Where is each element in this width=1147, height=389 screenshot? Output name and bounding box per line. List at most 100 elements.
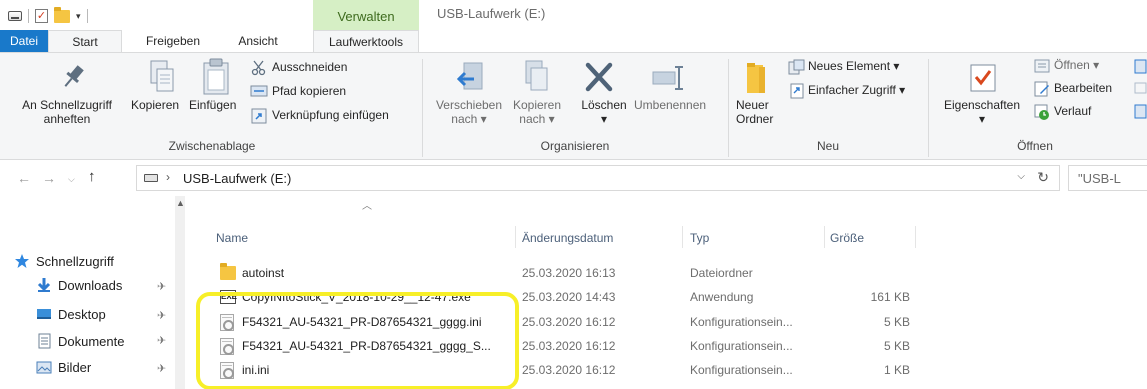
nav-item-downloads[interactable]: Downloads	[36, 274, 122, 296]
ribbon-tabs: Datei Start Freigeben Ansicht Laufwerkto…	[0, 30, 1147, 52]
nav-item-pictures[interactable]: Bilder	[36, 356, 91, 378]
column-header-date[interactable]: Änderungsdatum	[522, 231, 613, 245]
properties-quick-icon[interactable]: ✓	[35, 9, 48, 23]
rename-button[interactable]: Umbenennen	[634, 98, 706, 112]
history-button[interactable]: Verlauf	[1054, 104, 1091, 118]
file-type: Dateiordner	[690, 266, 753, 280]
copy-path-button[interactable]: Pfad kopieren	[272, 84, 346, 98]
easy-access-button[interactable]: Einfacher Zugriff ▾	[808, 83, 905, 97]
context-tab-verwalten[interactable]: Verwalten	[313, 0, 419, 30]
recent-locations-icon[interactable]: ⌵	[68, 174, 75, 185]
new-folder-icon	[745, 61, 767, 98]
column-header-name[interactable]: Name	[216, 231, 248, 245]
qat-dropdown-icon[interactable]: ▾	[76, 11, 81, 22]
folder-icon	[220, 263, 236, 280]
new-folder-quick-icon[interactable]	[54, 6, 70, 23]
tab-freigeben[interactable]: Freigeben	[131, 30, 215, 52]
easy-access-icon	[788, 83, 806, 102]
picture-icon	[36, 359, 52, 375]
move-to-icon	[452, 61, 486, 98]
history-icon	[1034, 104, 1050, 123]
open-icon	[1034, 58, 1050, 77]
tab-start[interactable]: Start	[48, 30, 122, 52]
paste-shortcut-button[interactable]: Verknüpfung einfügen	[272, 108, 389, 122]
file-type: Konfigurationsein...	[690, 315, 793, 329]
chevron-right-icon[interactable]: ›	[166, 170, 170, 184]
copy-to-icon	[521, 59, 551, 98]
chevron-down-icon[interactable]: ⌵	[1017, 171, 1025, 182]
highlight-annotation	[196, 292, 519, 389]
file-date: 25.03.2020 14:43	[522, 290, 616, 304]
back-icon[interactable]: ←	[17, 170, 31, 186]
pin-icon[interactable]: ✈	[157, 309, 166, 322]
pin-icon[interactable]: ✈	[157, 280, 166, 293]
delete-button[interactable]: Löschen ▾	[578, 98, 630, 126]
file-size: 1 KB	[883, 363, 910, 377]
drive-icon	[8, 11, 22, 21]
desktop-icon	[36, 306, 52, 322]
select-all-icon	[1134, 59, 1147, 122]
file-size: 5 KB	[883, 339, 910, 353]
move-to-button[interactable]: Verschieben nach ▾	[428, 98, 510, 126]
paste-shortcut-icon	[251, 108, 267, 127]
group-label-open: Öffnen	[1017, 139, 1053, 153]
ribbon: An Schnellzugriff anheften Kopieren Einf…	[0, 52, 1147, 160]
group-label-organize: Organisieren	[540, 139, 610, 153]
open-button[interactable]: Öffnen ▾	[1054, 58, 1099, 72]
edit-icon	[1034, 81, 1050, 100]
group-label-new: Neu	[816, 139, 839, 153]
new-item-icon	[788, 59, 806, 78]
delete-icon	[584, 61, 614, 96]
file-date: 25.03.2020 16:12	[522, 315, 616, 329]
scroll-up-icon[interactable]: ▲	[176, 198, 185, 208]
file-date: 25.03.2020 16:13	[522, 266, 616, 280]
copy-button[interactable]: Kopieren	[131, 98, 179, 112]
nav-item-desktop[interactable]: Desktop	[36, 303, 106, 325]
forward-icon[interactable]: →	[42, 170, 56, 186]
tab-laufwerktools[interactable]: Laufwerktools	[313, 30, 419, 52]
paste-button[interactable]: Einfügen	[189, 98, 236, 112]
rename-icon	[651, 65, 685, 94]
address-row: ← → ⌵ ↑ › USB-Laufwerk (E:) ⌵ ↻ "USB-L	[0, 160, 1147, 196]
file-name: autoinst	[242, 266, 285, 280]
column-header-size[interactable]: Größe	[830, 231, 864, 245]
edit-button[interactable]: Bearbeiten	[1054, 81, 1112, 95]
properties-button[interactable]: Eigenschaften ▾	[934, 98, 1030, 126]
file-type: Anwendung	[690, 290, 754, 304]
document-icon	[36, 333, 52, 349]
cut-button[interactable]: Ausschneiden	[272, 60, 347, 74]
paste-icon	[202, 58, 230, 99]
download-icon	[36, 277, 52, 293]
window-title: USB-Laufwerk (E:)	[437, 6, 546, 21]
properties-icon	[970, 63, 996, 96]
pin-icon[interactable]: ✈	[157, 362, 166, 375]
tab-ansicht[interactable]: Ansicht	[225, 30, 291, 52]
nav-item-quick-access[interactable]: Schnellzugriff	[14, 250, 114, 272]
pin-quick-access-button[interactable]: An Schnellzugriff anheften	[4, 98, 130, 126]
copy-path-icon	[250, 84, 268, 101]
nav-item-documents[interactable]: Dokumente	[36, 330, 124, 352]
up-icon[interactable]: ↑	[88, 168, 96, 185]
file-type: Konfigurationsein...	[690, 363, 793, 377]
group-label-clipboard: Zwischenablage	[168, 139, 256, 153]
navigation-pane: Schnellzugriff Downloads Desktop Dokumen…	[0, 196, 180, 389]
tab-datei[interactable]: Datei	[0, 30, 48, 52]
drive-icon	[144, 174, 158, 182]
new-folder-button[interactable]: Neuer Ordner	[736, 98, 773, 126]
pin-icon[interactable]: ✈	[157, 334, 166, 347]
column-header-type[interactable]: Typ	[690, 231, 709, 245]
file-row[interactable]: autoinst 25.03.2020 16:13 Dateiordner	[200, 262, 920, 286]
quick-access-toolbar: ✓ ▾	[8, 6, 88, 25]
nav-scrollbar[interactable]: ▲	[175, 196, 185, 389]
copy-to-button[interactable]: Kopieren nach ▾	[509, 98, 565, 126]
new-item-button[interactable]: Neues Element ▾	[808, 59, 899, 73]
address-path[interactable]: USB-Laufwerk (E:)	[183, 171, 291, 186]
sort-ascending-icon: ︿	[362, 201, 372, 212]
search-input[interactable]: "USB-L	[1068, 165, 1147, 191]
file-size: 5 KB	[883, 315, 910, 329]
address-bar[interactable]: › USB-Laufwerk (E:) ⌵ ↻	[136, 165, 1060, 191]
refresh-icon[interactable]: ↻	[1037, 169, 1049, 186]
copy-icon	[147, 59, 177, 98]
file-date: 25.03.2020 16:12	[522, 363, 616, 377]
file-size: 161 KB	[870, 290, 910, 304]
